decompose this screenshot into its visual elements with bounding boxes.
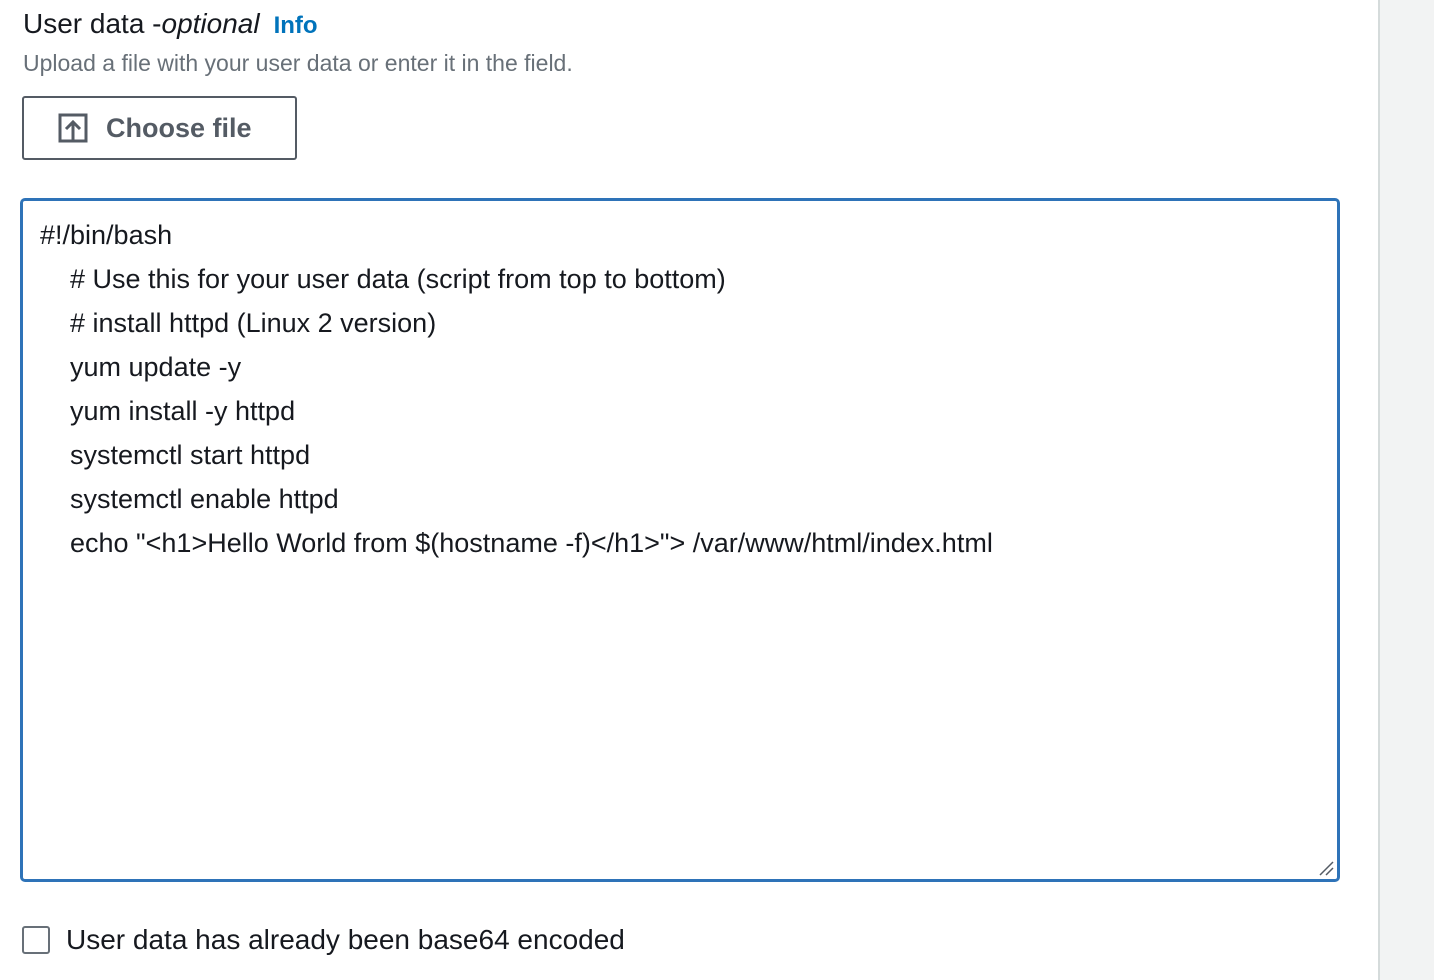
optional-tag: optional <box>161 8 260 39</box>
base64-encoded-checkbox[interactable] <box>22 926 50 954</box>
script-line: systemctl enable httpd <box>40 484 339 514</box>
script-line: systemctl start httpd <box>40 440 311 470</box>
choose-file-button[interactable]: Choose file <box>22 96 297 160</box>
upload-icon <box>58 113 88 143</box>
base64-encoded-option: User data has already been base64 encode… <box>22 924 625 956</box>
base64-encoded-label[interactable]: User data has already been base64 encode… <box>66 924 625 956</box>
script-line: yum update -y <box>40 352 242 382</box>
user-data-label: User data - optional Info <box>23 8 318 46</box>
side-panel <box>1378 0 1434 980</box>
info-link[interactable]: Info <box>274 12 318 40</box>
user-data-script[interactable]: #!/bin/bash # Use this for your user dat… <box>40 213 993 565</box>
script-line: echo "<h1>Hello World from $(hostname -f… <box>40 528 993 558</box>
choose-file-label: Choose file <box>106 112 252 143</box>
script-line: yum install -y httpd <box>40 396 296 426</box>
user-data-textarea[interactable]: #!/bin/bash # Use this for your user dat… <box>20 198 1340 882</box>
user-data-label-text: User data - <box>23 8 162 39</box>
user-data-description: Upload a file with your user data or ent… <box>23 50 573 76</box>
script-line: # Use this for your user data (script fr… <box>40 264 726 294</box>
script-line: # install httpd (Linux 2 version) <box>40 308 437 338</box>
script-line: #!/bin/bash <box>40 220 173 250</box>
user-data-section: User data - optional Info Upload a file … <box>0 0 1378 980</box>
resize-handle-icon[interactable] <box>1317 859 1335 877</box>
